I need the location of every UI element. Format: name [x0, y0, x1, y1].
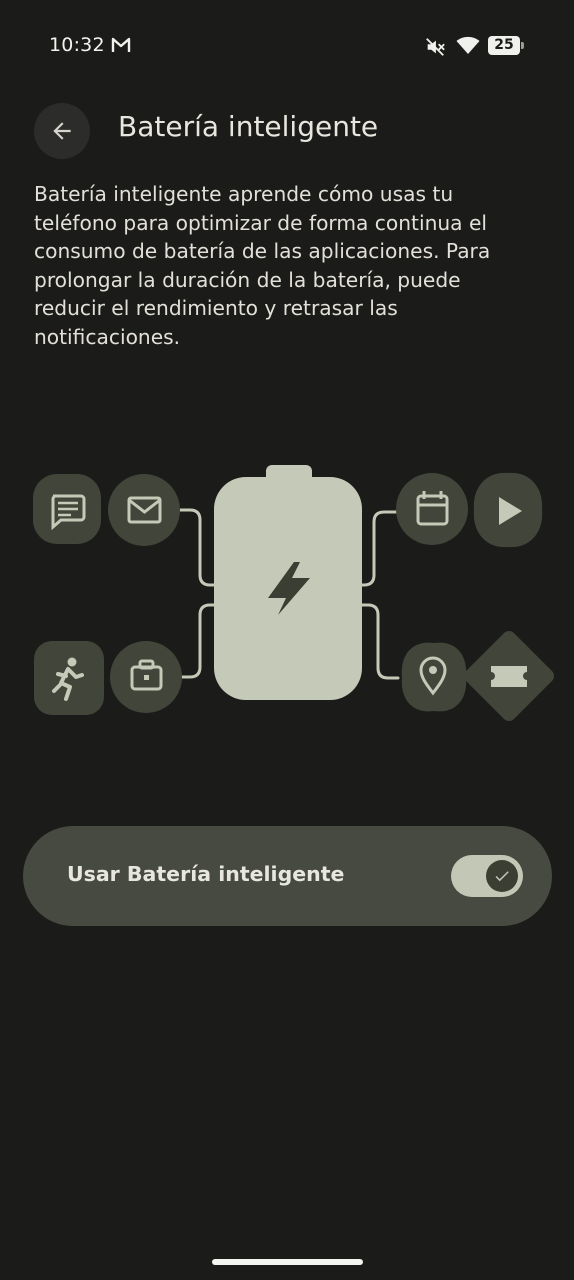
toggle-label: Usar Batería inteligente: [67, 862, 345, 886]
description-text: Batería inteligente aprende cómo usas tu…: [34, 182, 491, 349]
battery-icon: 25: [488, 36, 524, 55]
navigation-handle[interactable]: [212, 1259, 363, 1265]
switch-thumb: [486, 860, 518, 892]
mail-icon: [108, 474, 180, 546]
battery-bolt-icon: [214, 465, 362, 700]
status-bar: 10:32 25: [0, 0, 574, 92]
mute-icon: [424, 36, 446, 62]
gmail-icon: [111, 37, 131, 57]
status-time: 10:32: [49, 34, 105, 56]
play-icon: [473, 472, 543, 548]
calendar-icon: [396, 473, 468, 545]
running-icon: [34, 641, 104, 715]
smart-battery-switch[interactable]: [451, 855, 523, 897]
location-icon: [401, 642, 467, 712]
smart-battery-toggle-row[interactable]: Usar Batería inteligente: [23, 826, 552, 926]
ticket-icon: [464, 631, 554, 721]
check-icon: [495, 871, 509, 882]
page-title: Batería inteligente: [118, 110, 379, 143]
back-button[interactable]: [34, 103, 90, 159]
wifi-icon: [456, 35, 480, 59]
briefcase-icon: [110, 641, 182, 713]
message-icon: [33, 474, 101, 544]
smart-battery-illustration: [0, 455, 574, 725]
arrow-back-icon: [53, 122, 71, 140]
